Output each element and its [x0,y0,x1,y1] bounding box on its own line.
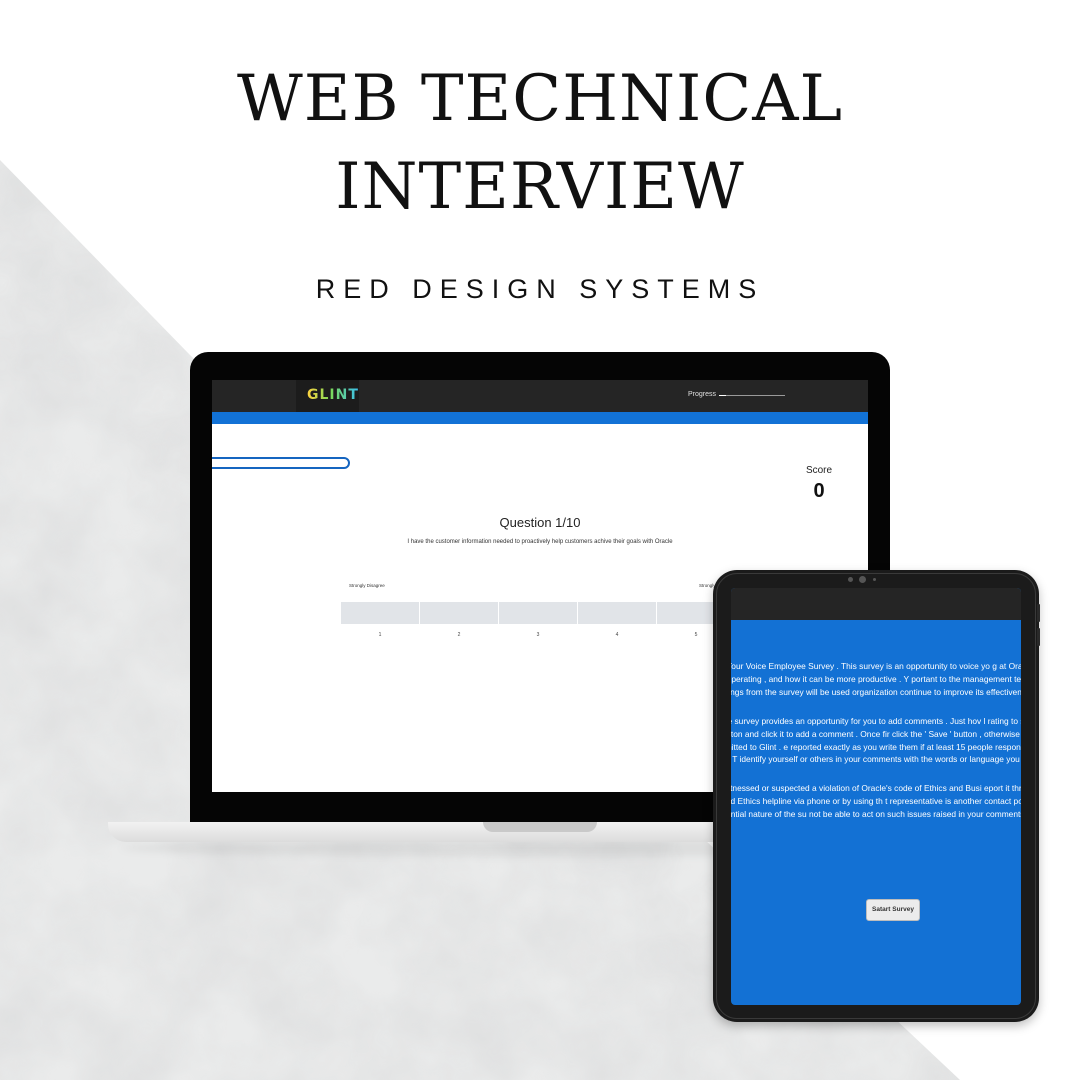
rating-scale [341,602,735,624]
survey-intro: ome to the Your Voice Employee Survey . … [731,660,1021,837]
rating-number: 1 [378,632,382,638]
survey-intro-paragraph: y item in the survey provides an opportu… [731,715,1021,765]
score-value: 0 [813,480,825,502]
rating-option-3[interactable] [499,602,577,624]
rating-numbers: 1 2 3 4 5 [341,632,735,638]
laptop-notch [483,822,597,832]
app-header: GLINT Progress [212,380,868,412]
score-label: Score [805,465,833,476]
tablet-sensor-icon [848,577,853,582]
poster-title-line-2: INTERVIEW [335,150,745,224]
tablet-light-sensor-icon [873,578,876,581]
question-title: Question 1/10 [499,515,581,530]
poster-title-line-1: WEB TECHNICAL [236,62,844,136]
rating-number: 2 [457,632,461,638]
start-survey-button[interactable]: Satart Survey [866,899,920,921]
poster-subtitle: RED DESIGN SYSTEMS [315,274,765,304]
poster-title: WEB TECHNICAL INTERVIEW [0,55,1080,231]
glint-logo[interactable]: GLINT [307,387,359,403]
header-accent-bar [212,412,868,424]
progress-label: Progress [688,391,717,398]
tablet-screen: ome to the Your Voice Employee Survey . … [731,588,1021,1005]
rating-number: 3 [536,632,540,638]
rating-number: 4 [615,632,619,638]
tablet-volume-button [1037,604,1040,622]
rating-option-1[interactable] [341,602,419,624]
progress-bar [719,395,785,396]
tablet-app-header [731,588,1021,620]
scale-min-label: Strongly Disagree [349,583,385,588]
rating-option-2[interactable] [420,602,498,624]
rating-option-4[interactable] [578,602,656,624]
name-input[interactable] [212,457,350,469]
tablet-camera-icon [859,576,866,583]
survey-intro-paragraph: ome to the Your Voice Employee Survey . … [731,661,1021,697]
question-text: I have the customer information needed t… [407,539,673,545]
tablet-volume-button [1037,628,1040,646]
progress-bar-fill [719,395,726,396]
survey-intro-paragraph: If you have witnessed or suspected a vio… [731,783,1021,820]
